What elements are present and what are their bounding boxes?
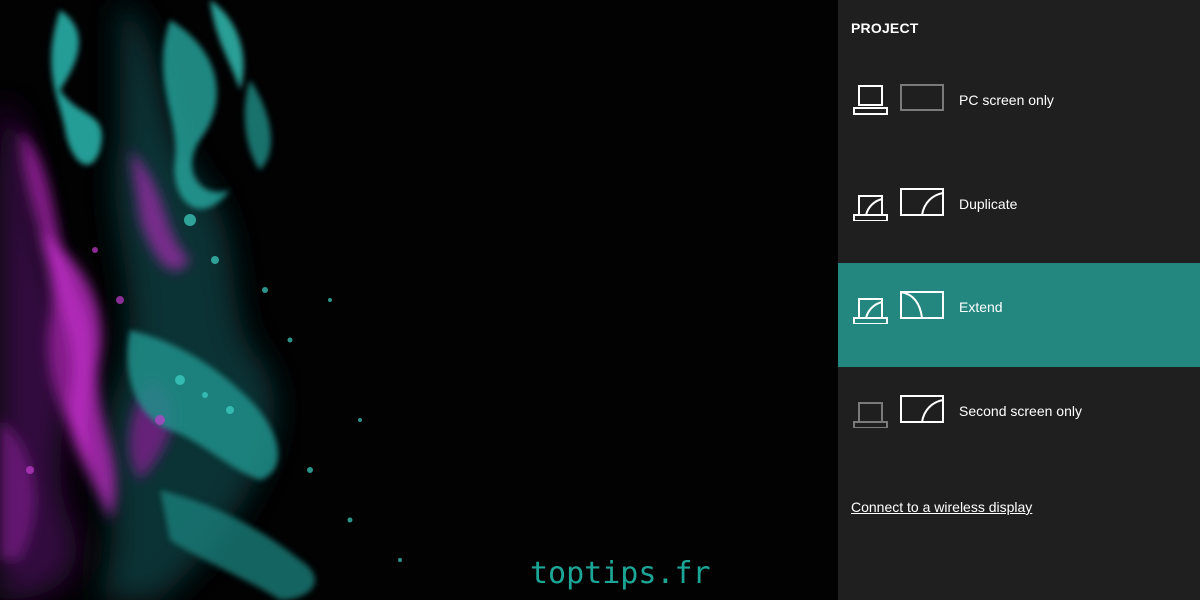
duplicate-icon bbox=[853, 188, 944, 221]
option-label: Extend bbox=[959, 299, 1003, 315]
abstract-wallpaper bbox=[0, 0, 838, 600]
desktop-background: toptips.fr bbox=[0, 0, 838, 600]
option-label: Second screen only bbox=[959, 403, 1082, 419]
connect-wireless-display-link[interactable]: Connect to a wireless display bbox=[851, 499, 1032, 515]
option-label: Duplicate bbox=[959, 196, 1018, 212]
pc-screen-only-icon bbox=[853, 84, 944, 115]
project-panel: PROJECT PC screen only Duplicate Extend bbox=[838, 0, 1200, 600]
option-second-screen-only[interactable]: Second screen only bbox=[838, 367, 1200, 471]
second-screen-only-icon bbox=[853, 395, 944, 428]
option-label: PC screen only bbox=[959, 92, 1054, 108]
extend-icon bbox=[853, 291, 944, 324]
option-duplicate[interactable]: Duplicate bbox=[838, 160, 1200, 264]
option-extend[interactable]: Extend bbox=[838, 263, 1200, 367]
panel-title: PROJECT bbox=[851, 20, 919, 36]
watermark-text: toptips.fr bbox=[530, 556, 711, 591]
option-pc-screen-only[interactable]: PC screen only bbox=[838, 56, 1200, 160]
